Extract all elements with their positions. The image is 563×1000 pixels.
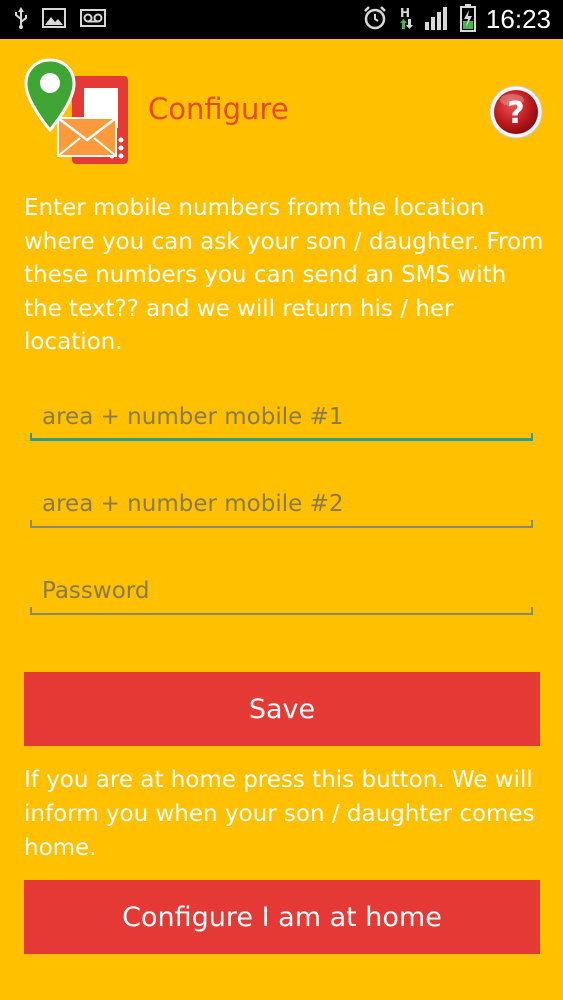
mobile-number-1-underline bbox=[30, 433, 533, 441]
mobile-number-2-underline bbox=[30, 520, 533, 528]
page-title: Configure bbox=[148, 92, 289, 126]
svg-text:?: ? bbox=[507, 96, 524, 131]
network-h-icon: H bbox=[398, 5, 414, 35]
save-button[interactable]: Save bbox=[24, 672, 540, 746]
svg-text:H: H bbox=[400, 6, 410, 20]
location-sms-logo-icon bbox=[24, 58, 128, 164]
signal-icon bbox=[424, 6, 450, 34]
alarm-icon bbox=[362, 5, 388, 35]
instructions-text: Enter mobile numbers from the location w… bbox=[24, 195, 544, 355]
system-icons: H 16:23 bbox=[362, 3, 551, 36]
configure-at-home-button[interactable]: Configure I am at home bbox=[24, 880, 540, 954]
status-time: 16:23 bbox=[485, 4, 551, 34]
app-screen: Configure ? Enter mobile numbers from th… bbox=[0, 39, 563, 1000]
usb-icon bbox=[14, 6, 28, 33]
status-bar: H 16:23 bbox=[0, 0, 563, 39]
voicemail-icon bbox=[80, 8, 106, 31]
app-logo bbox=[24, 54, 132, 166]
notification-icons bbox=[14, 6, 106, 33]
password-underline bbox=[30, 607, 533, 615]
help-icon: ? bbox=[489, 85, 543, 139]
home-instructions-text: If you are at home press this button. We… bbox=[24, 767, 535, 861]
image-icon bbox=[42, 7, 66, 32]
battery-charging-icon bbox=[459, 3, 476, 36]
help-button[interactable]: ? bbox=[488, 84, 544, 140]
